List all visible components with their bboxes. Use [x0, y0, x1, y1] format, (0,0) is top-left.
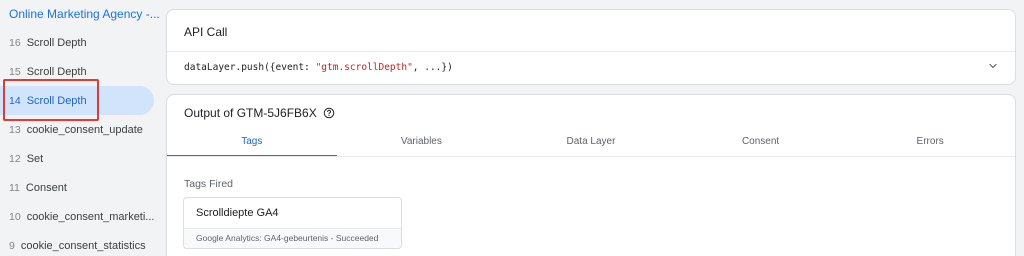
event-number: 9 — [9, 239, 15, 252]
code-event-string: "gtm.scrollDepth" — [315, 62, 413, 73]
event-item-14-selected[interactable]: 14 Scroll Depth — [0, 86, 154, 115]
event-number: 14 — [9, 94, 21, 107]
event-label: cookie_consent_marketi... — [26, 210, 155, 223]
event-number: 11 — [9, 181, 20, 194]
tab-errors[interactable]: Errors — [845, 129, 1015, 156]
event-number: 16 — [9, 36, 21, 49]
event-label: cookie_consent_statistics — [20, 239, 146, 252]
code-suffix: , ...}) — [412, 62, 453, 73]
event-item-12[interactable]: 12 Set — [0, 144, 154, 173]
event-label: Scroll Depth — [26, 94, 87, 107]
api-call-code: dataLayer.push({event: "gtm.scrollDepth"… — [184, 62, 453, 73]
container-title[interactable]: Online Marketing Agency -... — [9, 7, 160, 21]
code-prefix: dataLayer.push({event: — [184, 62, 316, 73]
card-divider — [167, 51, 1015, 52]
tab-tags[interactable]: Tags — [167, 129, 337, 157]
event-number: 12 — [9, 152, 21, 165]
api-call-card: API Call dataLayer.push({event: "gtm.scr… — [166, 9, 1016, 85]
event-label: cookie_consent_update — [26, 123, 143, 136]
output-title-text: Output of GTM-5J6FB6X — [184, 106, 317, 120]
tag-name: Scrolldiepte GA4 — [196, 207, 279, 219]
event-item-15[interactable]: 15 Scroll Depth — [0, 57, 154, 86]
event-item-11[interactable]: 11 Consent — [0, 173, 154, 202]
event-item-9[interactable]: 9 cookie_consent_statistics — [0, 231, 154, 256]
tab-data-layer[interactable]: Data Layer — [506, 129, 676, 156]
tab-consent[interactable]: Consent — [676, 129, 846, 156]
event-label: Scroll Depth — [26, 65, 87, 78]
tag-status: Google Analytics: GA4-gebeurtenis - Succ… — [184, 228, 401, 248]
event-item-13[interactable]: 13 cookie_consent_update — [0, 115, 154, 144]
output-title: Output of GTM-5J6FB6X — [184, 106, 335, 120]
event-label: Consent — [25, 181, 67, 194]
event-label: Scroll Depth — [26, 36, 87, 49]
tabs-divider — [167, 156, 1015, 157]
event-number: 13 — [9, 123, 21, 136]
event-item-16[interactable]: 16 Scroll Depth — [0, 28, 154, 57]
help-circle-icon[interactable] — [323, 107, 335, 119]
output-tabs: Tags Variables Data Layer Consent Errors — [167, 129, 1015, 157]
chevron-down-icon[interactable] — [987, 60, 999, 72]
sidebar: Online Marketing Agency -... 16 Scroll D… — [0, 0, 160, 256]
event-number: 15 — [9, 65, 21, 78]
tags-fired-label: Tags Fired — [184, 178, 234, 190]
tab-variables[interactable]: Variables — [337, 129, 507, 156]
event-item-10[interactable]: 10 cookie_consent_marketi... — [0, 202, 154, 231]
api-call-title: API Call — [184, 25, 228, 39]
fired-tag-card[interactable]: Scrolldiepte GA4 Google Analytics: GA4-g… — [183, 197, 402, 249]
event-label: Set — [26, 152, 44, 165]
event-number: 10 — [9, 210, 21, 223]
output-card: Output of GTM-5J6FB6X Tags Variables Dat… — [166, 94, 1016, 256]
